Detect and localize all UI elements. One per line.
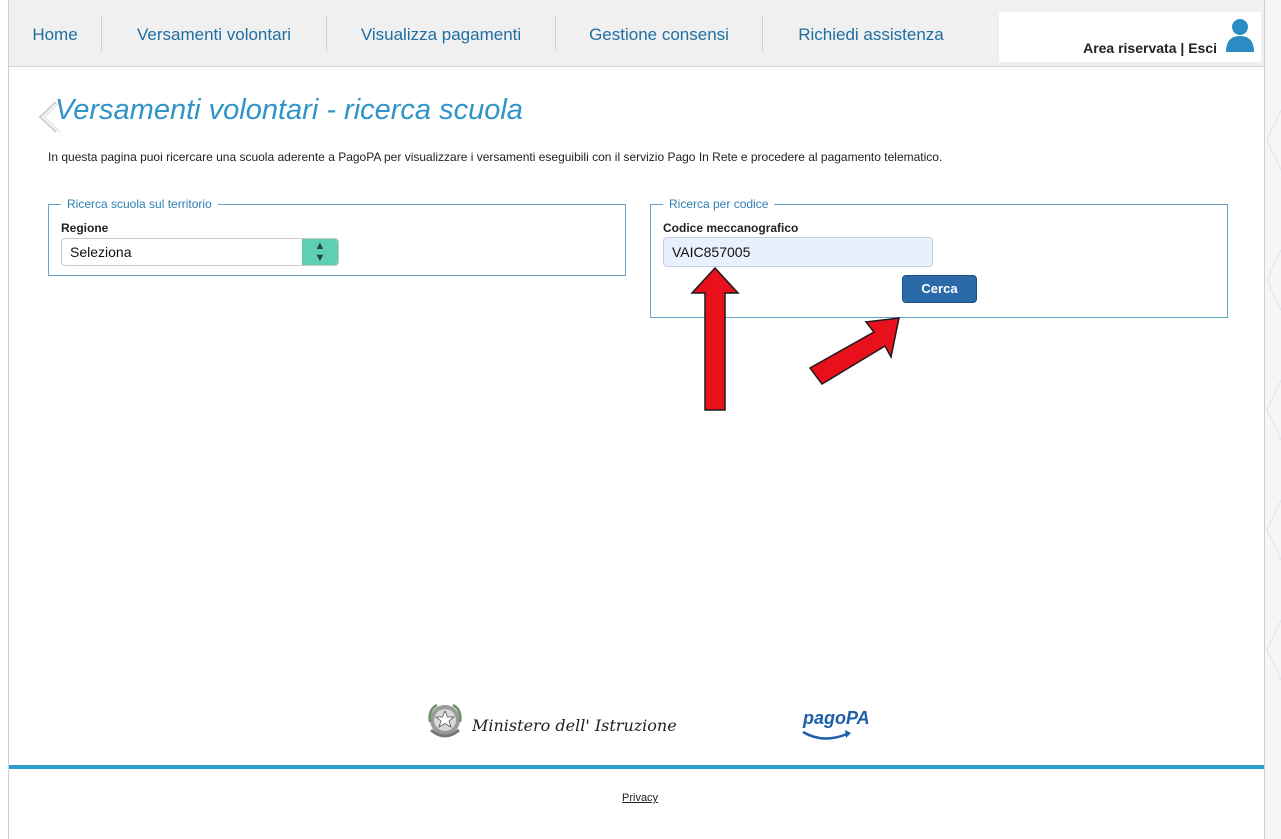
ministero-logo-text: Ministero dell' Istruzione [472, 716, 677, 735]
footer-divider [9, 765, 1264, 769]
footer-logos: Ministero dell' Istruzione pagoPA [425, 700, 905, 750]
privacy-link[interactable]: Privacy [622, 792, 658, 804]
red-diagonal-arrow [808, 317, 900, 385]
pagopa-swoosh-icon [802, 730, 851, 740]
red-up-arrow [690, 266, 740, 411]
pagopa-logo: pagoPA [803, 708, 870, 728]
italian-emblem-icon [428, 703, 462, 738]
